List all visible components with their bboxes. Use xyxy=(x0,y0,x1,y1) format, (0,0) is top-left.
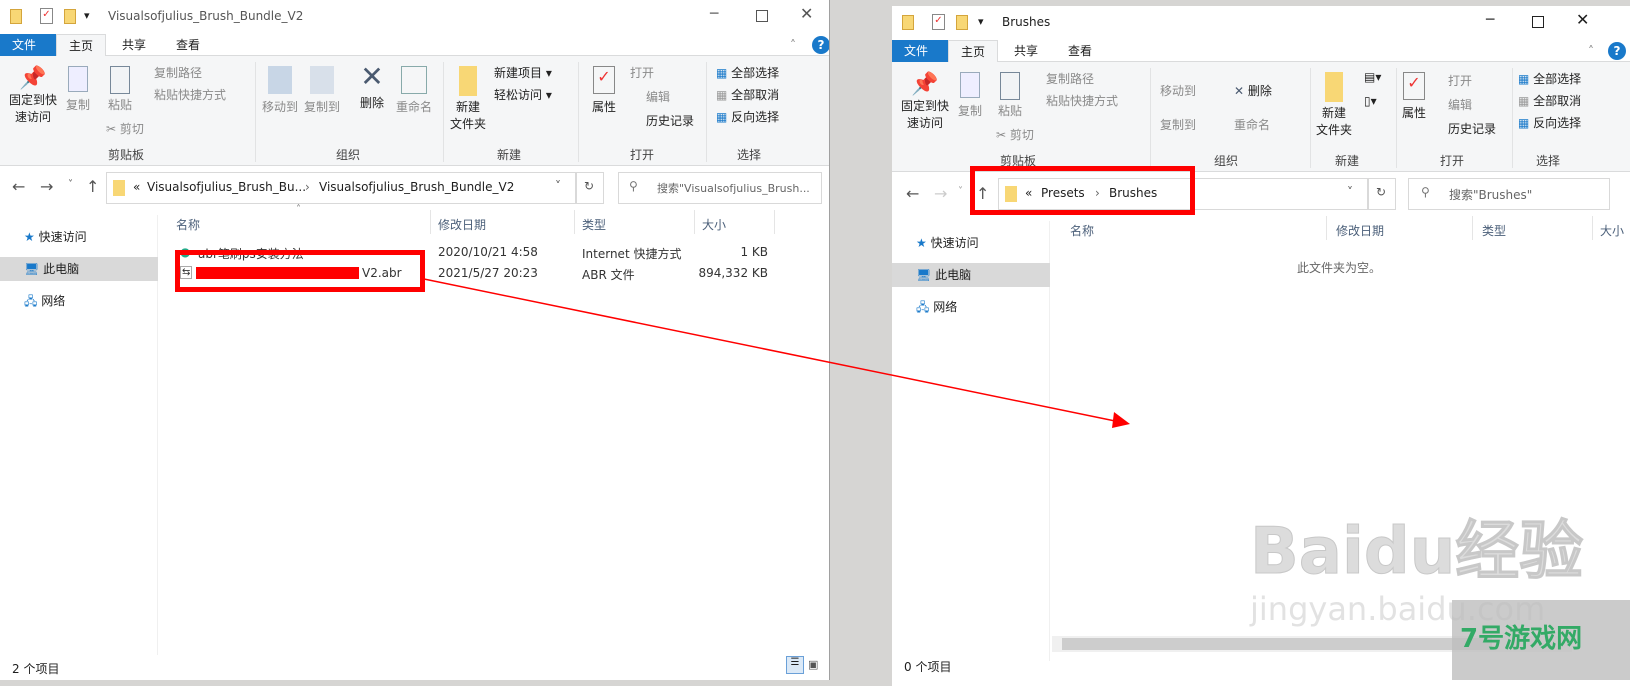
annotation-arrow xyxy=(423,278,1130,428)
arrow-line xyxy=(423,278,1121,423)
arrow-head xyxy=(1112,412,1130,428)
